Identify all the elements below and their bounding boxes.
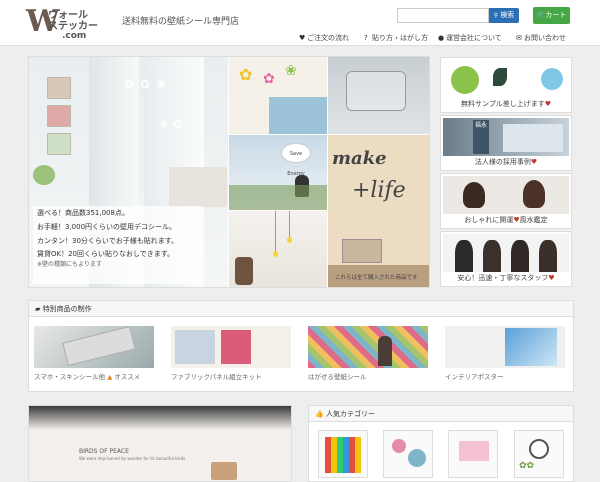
wall-text-2: +life (352, 178, 406, 203)
side-card-label: 無料サンプル差し上げます♥ (460, 100, 552, 108)
heart-icon: ♥ (544, 100, 552, 108)
logo-text-1: ウォール (48, 10, 88, 21)
special-item-caption: スマホ・スキンシール他 ▲ オススメ (34, 373, 141, 381)
search-input[interactable] (397, 8, 489, 23)
staff-image (443, 234, 569, 272)
fire-icon: ▲ (107, 373, 113, 381)
nav-how-to-apply[interactable]: ? 貼り方・はがし方 (364, 33, 428, 43)
side-card-label: 安心！迅速・丁寧なスタッフ♥ (457, 274, 555, 282)
heart-icon: ♥ (548, 274, 555, 282)
hero-image-lights (229, 211, 327, 287)
nav-company[interactable]: ● 運営会社について (438, 33, 502, 43)
hero-image-flowers: ✿ ✿ ❀ (229, 57, 327, 134)
site-logo[interactable]: W ウォール ステッカー .com (26, 6, 112, 41)
header-bar: W ウォール ステッカー .com 送料無料の壁紙シール専門店 ⚲ 検索 🛒カー… (0, 0, 600, 46)
folder-icon: ▰ (35, 305, 41, 313)
special-item-caption: はがせる壁紙シール (308, 373, 367, 381)
fabric-panel-image (171, 326, 291, 368)
special-item-fabric-panel[interactable]: ファブリックパネル組立キット (171, 326, 291, 381)
side-card-staff[interactable]: 安心！迅速・丁寧なスタッフ♥ (440, 231, 572, 287)
poster-image (445, 326, 565, 368)
wallpaper-image (308, 326, 428, 368)
special-item-wallpaper[interactable]: はがせる壁紙シール (308, 326, 428, 381)
category-thumb-4[interactable]: ✿✿ (514, 430, 564, 478)
hero-image-wall-text: make +life (328, 135, 429, 287)
hero-line-4: 賃貸OK！20回くらい貼りなおしできます。 (37, 250, 175, 258)
cart-button-label: カート (545, 11, 567, 19)
search-button[interactable]: ⚲ 検索 (489, 8, 519, 23)
special-item-smartphone[interactable]: スマホ・スキンシール他 ▲ オススメ (34, 326, 154, 381)
special-item-caption: インテリアポスター (445, 373, 504, 381)
tree-branch-graphic (29, 406, 291, 430)
cart-button[interactable]: 🛒カート (533, 7, 570, 24)
search-icon: ⚲ (493, 12, 499, 19)
banner-title: BIRDS OF PEACE (79, 448, 129, 455)
nav-label: 運営会社について (446, 34, 502, 42)
mail-icon: ✉ (516, 34, 522, 42)
banner-sub: We were imprisoned by wonder for its bea… (79, 456, 186, 461)
logo-text-3: .com (62, 31, 87, 41)
birds-of-peace-banner[interactable]: BIRDS OF PEACE We were imprisoned by won… (28, 405, 292, 482)
heart-icon: ♥ (530, 158, 538, 166)
category-thumb-3[interactable] (448, 430, 498, 478)
fengshui-image (443, 176, 569, 214)
hero-copy: 選べる！商品数351,008点。 お手軽！3,000円くらいの壁用デコシール。 … (33, 206, 201, 284)
site-tagline: 送料無料の壁紙シール専門店 (122, 17, 240, 27)
user-icon: ● (438, 34, 445, 42)
hero-line-3: カンタン！30分くらいでお子様も貼れます。 (37, 237, 178, 245)
popular-categories-title: 人気カテゴリー (325, 410, 375, 418)
free-sample-image (443, 60, 569, 98)
side-card-free-sample[interactable]: 無料サンプル差し上げます♥ (440, 57, 572, 113)
hero-image-balcony: Save Energy (229, 135, 327, 210)
side-card-label: おしゃれに開運♥風水鑑定 (464, 216, 548, 224)
popular-categories-header: 👍 人気カテゴリー (309, 406, 573, 422)
corporate-image: 福永 (443, 118, 569, 156)
hero-line-2: お手軽！3,000円くらいの壁用デコシール。 (37, 223, 177, 231)
wall-text-1: make (332, 148, 387, 169)
hero-line-1: 選べる！商品数351,008点。 (37, 209, 129, 217)
special-products-title: 特別商品の制作 (42, 305, 92, 313)
side-card-fengshui[interactable]: おしゃれに開運♥風水鑑定 (440, 173, 572, 229)
special-item-caption: ファブリックパネル組立キット (171, 373, 262, 381)
smartphone-image (34, 326, 154, 368)
thumbs-up-icon: 👍 (315, 410, 324, 418)
nav-order-flow[interactable]: ♥ ご注文の流れ (299, 33, 349, 43)
nav-label: ご注文の流れ (307, 34, 349, 42)
hero-banner[interactable]: ✿✿❀ ❀✿ ✿ ✿ ❀ Save Energy make +life 選べる！… (28, 56, 430, 288)
heart-icon: ♥ (299, 34, 306, 42)
hero-caption: これらは全て購入された商品です (335, 275, 418, 281)
nav-contact[interactable]: ✉ お問い合わせ (516, 33, 566, 43)
question-icon: ? (364, 34, 368, 42)
nav-label: 貼り方・はがし方 (372, 34, 428, 42)
side-card-corporate[interactable]: 福永 法人様の採用事例♥ (440, 115, 572, 171)
hero-image-bath (328, 57, 429, 134)
birdcage-graphic (211, 462, 237, 480)
special-products-header: ▰ 特別商品の制作 (29, 301, 573, 317)
nav-label: お問い合わせ (524, 34, 566, 42)
hero-line-5: ※壁の種類にもよります (37, 261, 102, 268)
search-button-label: 検索 (500, 11, 515, 19)
category-thumb-2[interactable] (383, 430, 433, 478)
special-item-poster[interactable]: インテリアポスター (445, 326, 565, 381)
side-card-label: 法人様の採用事例♥ (474, 158, 538, 166)
category-thumb-1[interactable] (318, 430, 368, 478)
